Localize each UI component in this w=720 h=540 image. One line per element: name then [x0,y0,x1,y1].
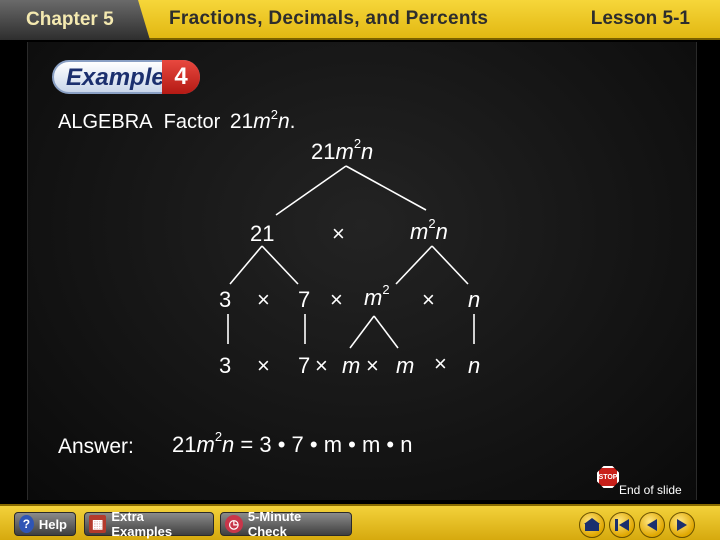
tree-root: 21m2n [311,136,374,164]
tree-leaf-n: n [468,353,481,378]
help-button[interactable]: ? Help [14,512,76,536]
tree-node-m2: m2 [364,282,390,310]
times-sign: × [315,353,328,378]
tree-node-7: 7 [298,287,311,312]
first-slide-icon [615,519,629,531]
times-sign: × [257,287,270,312]
first-slide-button[interactable] [609,512,635,538]
tree-node-m2n: m2n [410,216,448,244]
five-minute-check-button[interactable]: ◷ 5-Minute Check [220,509,352,539]
tree-branch [349,315,375,349]
extra-examples-button[interactable]: ▦ Extra Examples [84,509,214,539]
bottom-toolbar: ? Help ▦ Extra Examples ◷ 5-Minute Check [0,504,720,540]
tree-leaf-3: 3 [219,353,232,378]
question-icon: ? [19,515,34,533]
previous-slide-button[interactable] [639,512,665,538]
tree-leaf-m: m [396,353,415,378]
tree-node-n: n [468,287,481,312]
factor-tree-lines [227,165,475,349]
menu-icon [584,518,600,531]
times-sign: × [330,287,343,312]
tree-branch [373,315,399,349]
menu-button[interactable] [579,512,605,538]
tree-node-3: 3 [219,287,232,312]
extra-examples-label: Extra Examples [111,509,173,539]
times-sign: × [257,353,270,378]
times-sign: × [332,221,345,246]
help-label: Help [38,516,67,532]
tree-branch [395,245,433,285]
tree-leaf-7: 7 [298,353,311,378]
answer-rhs: 3 • 7 • m • m • n [259,432,413,457]
tree-branch [431,245,469,285]
answer-expression: 21m2n = 3 • 7 • m • m • n [172,429,413,457]
five-minute-check-label: 5-Minute Check [247,509,302,539]
next-slide-icon [677,519,687,531]
extra-examples-icon: ▦ [89,515,107,533]
tree-branch [275,165,347,216]
answer-label: Answer: [58,435,134,458]
tree-branch [229,245,263,285]
tree-branch [261,245,299,285]
tree-leaf-m: m [342,353,361,378]
previous-slide-icon [647,519,657,531]
tree-branch [345,165,427,211]
times-sign: × [434,351,447,376]
times-sign: × [422,287,435,312]
clock-icon: ◷ [225,515,243,533]
tree-node-21: 21 [250,221,275,246]
end-of-slide-label: End of slide [619,483,682,497]
next-slide-button[interactable] [669,512,695,538]
times-sign: × [366,353,379,378]
